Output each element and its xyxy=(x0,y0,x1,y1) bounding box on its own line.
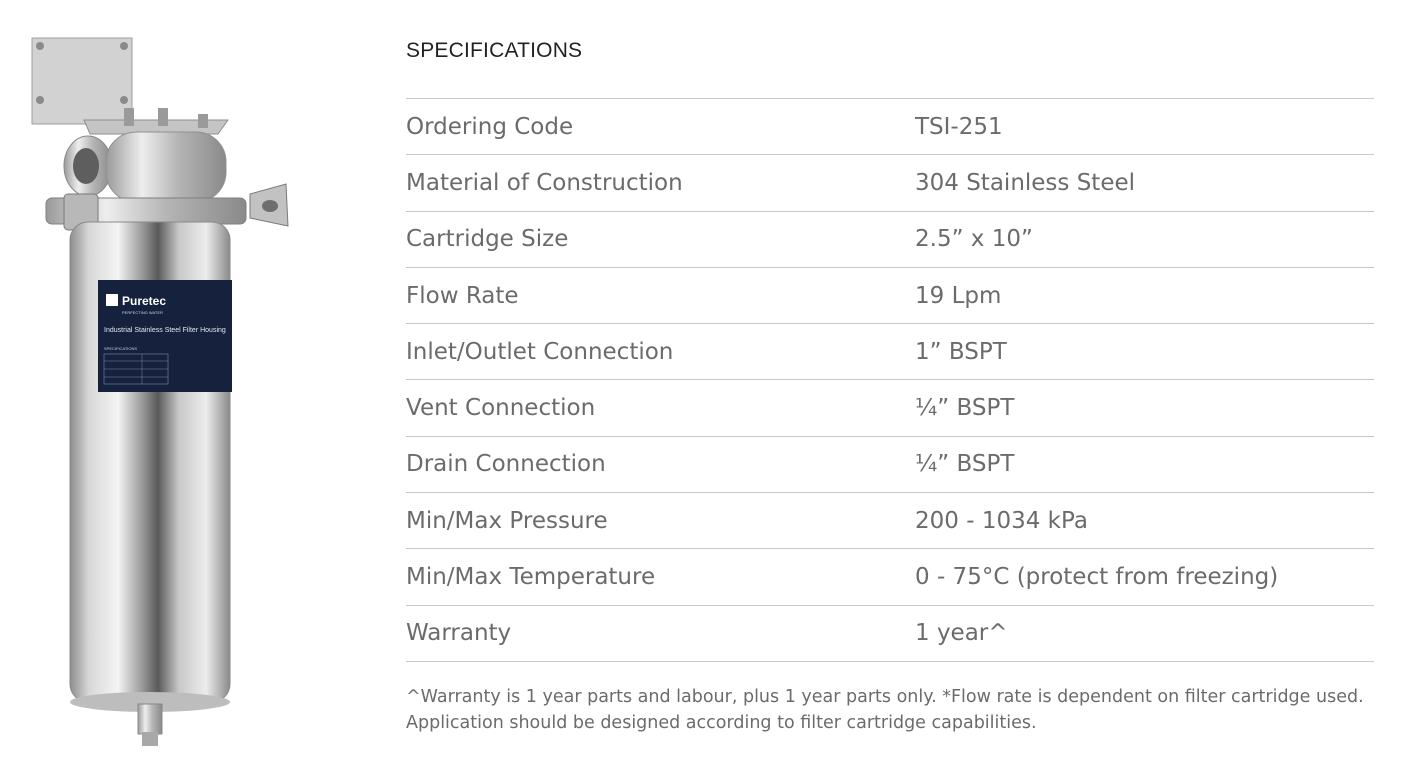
spec-value: ¼” BSPT xyxy=(915,451,1015,478)
spec-label: Vent Connection xyxy=(406,395,596,422)
mounting-bracket xyxy=(31,37,133,125)
specifications-table: Ordering Code TSI-251 Material of Constr… xyxy=(406,98,1374,662)
spec-label: Warranty xyxy=(406,620,512,647)
spec-value: ¼” BSPT xyxy=(915,395,1015,422)
spec-value: 1” BSPT xyxy=(915,338,1007,365)
spec-label: Cartridge Size xyxy=(406,226,569,253)
warranty-note-line-1: ^Warranty is 1 year parts and labour, pl… xyxy=(406,687,1364,707)
spec-value: 0 - 75°C (protect from freezing) xyxy=(915,564,1279,591)
spec-label: Drain Connection xyxy=(406,451,606,478)
spec-value: 200 - 1034 kPa xyxy=(915,507,1088,534)
table-row: Flow Rate 19 Lpm xyxy=(406,268,1374,325)
spec-value: 304 Stainless Steel xyxy=(915,169,1136,196)
table-row: Min/Max Temperature 0 - 75°C (protect fr… xyxy=(406,549,1374,606)
spec-value: 2.5” x 10” xyxy=(915,226,1033,253)
warranty-note-line-2: Application should be designed according… xyxy=(406,713,1037,733)
table-row: Inlet/Outlet Connection 1” BSPT xyxy=(406,324,1374,381)
spec-label: Material of Construction xyxy=(406,169,683,196)
spec-label: Min/Max Temperature xyxy=(406,564,656,591)
label-brand: Puretec xyxy=(122,294,166,308)
spec-value: 19 Lpm xyxy=(915,282,1002,309)
product-image: Puretec PERFECTING WATER Industrial Stai… xyxy=(28,34,298,754)
warranty-note: ^Warranty is 1 year parts and labour, pl… xyxy=(406,684,1374,736)
filter-housing-illustration: Puretec PERFECTING WATER Industrial Stai… xyxy=(31,37,289,746)
table-row: Vent Connection ¼” BSPT xyxy=(406,380,1374,437)
specifications-heading: SPECIFICATIONS xyxy=(406,39,583,62)
spec-label: Flow Rate xyxy=(406,282,519,309)
spec-value: TSI-251 xyxy=(915,113,1003,140)
table-row: Warranty 1 year^ xyxy=(406,606,1374,662)
svg-text:PERFECTING WATER: PERFECTING WATER xyxy=(122,310,163,315)
table-row: Cartridge Size 2.5” x 10” xyxy=(406,212,1374,268)
table-row: Min/Max Pressure 200 - 1034 kPa xyxy=(406,493,1374,550)
table-row: Drain Connection ¼” BSPT xyxy=(406,437,1374,494)
spec-label: Ordering Code xyxy=(406,113,574,140)
table-row: Material of Construction 304 Stainless S… xyxy=(406,155,1374,212)
svg-text:SPECIFICATIONS: SPECIFICATIONS xyxy=(104,346,137,351)
spec-value: 1 year^ xyxy=(915,620,1008,647)
svg-text:Industrial Stainless Steel Fil: Industrial Stainless Steel Filter Housin… xyxy=(104,327,226,334)
spec-label: Inlet/Outlet Connection xyxy=(406,338,674,365)
spec-label: Min/Max Pressure xyxy=(406,507,608,534)
table-row: Ordering Code TSI-251 xyxy=(406,99,1374,156)
